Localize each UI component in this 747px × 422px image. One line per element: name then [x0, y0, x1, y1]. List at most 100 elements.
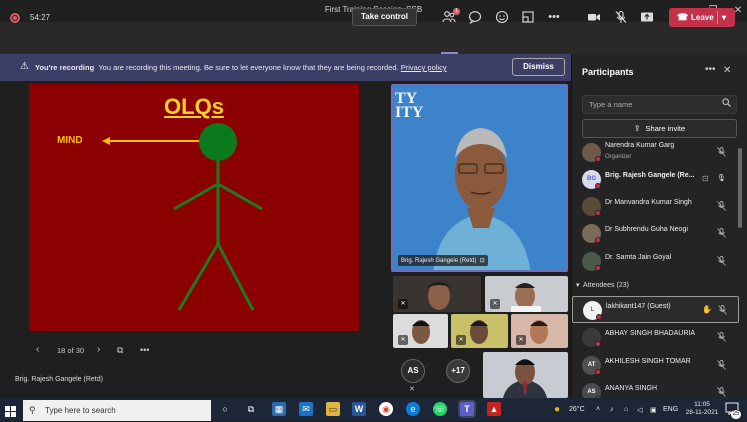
presence-status-icon [595, 237, 601, 243]
presence-status-icon [595, 183, 601, 189]
notifications-icon[interactable]: 25 [725, 402, 741, 419]
chevron-up-icon[interactable]: ˄ [596, 406, 600, 413]
mic-on-icon[interactable]: 🎙 [717, 174, 726, 182]
figure-head [199, 123, 237, 161]
word-icon[interactable]: W [352, 402, 366, 416]
presenter-name: Brig. Rajesh Gangele (Retd) [15, 376, 103, 383]
participant-row[interactable]: AT AKHILESH SINGH TOMAR [572, 352, 739, 379]
participant-avatar-as[interactable]: AS [401, 359, 425, 383]
mic-off-icon[interactable] [717, 147, 726, 159]
attendees-heading[interactable]: ▾ Attendees (23) [576, 281, 629, 289]
video-tile-small[interactable]: ✕ [511, 314, 568, 348]
more-actions-icon[interactable]: ••• [547, 10, 561, 24]
task-view-icon[interactable]: ⧉ [244, 402, 258, 416]
mic-tray-icon[interactable]: ♪ [610, 406, 614, 413]
video-tile-small[interactable]: ✕ [485, 276, 568, 312]
previous-slide-icon[interactable]: ‹ [36, 344, 39, 355]
video-speaker-name: Brig. Rajesh Gangele (Retd) [401, 258, 477, 264]
participant-name: ABHAY SINGH BHADAURIA [605, 330, 695, 337]
store-icon[interactable]: ▦ [272, 402, 286, 416]
leave-label: Leave [691, 13, 714, 22]
participant-name: Dr Subhrendu Guha Neogi [605, 226, 688, 233]
slide-more-icon[interactable]: ••• [140, 345, 149, 355]
presence-status-icon [595, 341, 601, 347]
warning-icon: ⚠ [20, 61, 29, 72]
taskbar-search-input[interactable]: ⚲ Type here to search [23, 400, 211, 421]
mail-icon[interactable]: ✉ [299, 402, 313, 416]
participant-search-input[interactable]: Type a name [582, 95, 737, 114]
breakout-rooms-icon[interactable] [521, 10, 535, 24]
video-tile-small[interactable] [483, 352, 568, 398]
participant-row[interactable]: Narendra Kumar Garg Organizer [572, 139, 739, 166]
share-screen-icon[interactable] [640, 10, 654, 24]
presence-status-icon [595, 369, 601, 375]
stick-figure-drawing [102, 123, 263, 311]
mic-off-icon: ✕ [516, 335, 526, 345]
volume-icon[interactable]: ◁ [637, 406, 642, 414]
attendees-heading-label: Attendees (23) [583, 282, 629, 289]
mic-off-icon[interactable] [717, 256, 726, 268]
share-invite-label: Share invite [645, 124, 686, 133]
mic-off-icon: ✕ [398, 299, 408, 309]
slide-sync-icon[interactable]: ⧉ [117, 345, 123, 356]
mic-off-icon[interactable] [614, 10, 628, 24]
network-icon[interactable]: ⌂ [624, 406, 628, 413]
participant-row[interactable]: Dr Subhrendu Guha Neogi [572, 220, 739, 247]
edge-icon[interactable]: e [406, 402, 420, 416]
search-icon [722, 98, 731, 109]
chevron-down-icon: ▾ [576, 282, 580, 289]
share-icon: ⇪ [633, 124, 641, 133]
mic-off-icon[interactable] [718, 305, 727, 317]
windows-start-icon[interactable] [5, 404, 16, 422]
whatsapp-icon[interactable]: ☏ [433, 402, 447, 416]
video-tile-small[interactable]: ✕ [393, 314, 448, 348]
participant-row[interactable]: Dr Manvandra Kumar Singh [572, 193, 739, 220]
chat-icon[interactable] [468, 10, 482, 25]
slide-page-count: 18 of 30 [57, 346, 85, 355]
weather-temp[interactable]: 26°C [569, 406, 585, 413]
recording-icon [10, 13, 20, 23]
banner-heading: You're recording [35, 63, 95, 72]
mic-off-icon[interactable] [717, 228, 726, 240]
close-icon[interactable]: ✕ [723, 65, 731, 76]
next-slide-icon[interactable]: › [97, 344, 100, 355]
mic-off-icon[interactable] [717, 332, 726, 344]
file-explorer-icon[interactable]: ▭ [326, 402, 340, 416]
cortana-icon[interactable]: ○ [218, 402, 232, 416]
presence-status-icon [596, 314, 602, 320]
participant-row[interactable]: BG Brig. Rajesh Gangele (Re... ⊡ 🎙 [572, 166, 739, 193]
video-tile-main[interactable]: TY ITY Brig. Rajesh Gangele (Retd) ⊡ [391, 84, 568, 272]
panel-more-icon[interactable]: ••• [705, 64, 716, 75]
reactions-icon[interactable] [495, 10, 509, 24]
participant-row[interactable]: Dr. Samta Jain Goyal [572, 248, 739, 275]
video-tile-small[interactable]: ✕ [393, 276, 481, 312]
language-indicator[interactable]: ENG [663, 406, 678, 413]
camera-icon[interactable] [587, 10, 601, 24]
more-participants-count[interactable]: +17 [446, 359, 470, 383]
video-tile-small[interactable]: ✕ [451, 314, 508, 348]
teams-icon[interactable]: T [460, 402, 474, 416]
dismiss-button[interactable]: Dismiss [512, 58, 565, 76]
acrobat-icon[interactable]: ▲ [487, 402, 501, 416]
participant-video [503, 359, 547, 398]
privacy-policy-link[interactable]: Privacy policy [401, 63, 447, 72]
figure-left-leg [177, 243, 220, 311]
mic-off-icon[interactable] [717, 360, 726, 372]
mic-off-icon: ✕ [409, 386, 415, 393]
chevron-down-icon[interactable]: ▾ [722, 8, 726, 27]
arrow-head-left [102, 137, 110, 145]
taskbar-clock[interactable]: 11:05 28-11-2021 [682, 401, 722, 417]
take-control-button[interactable]: Take control [352, 8, 417, 26]
mic-off-icon: ✕ [456, 335, 466, 345]
participant-row[interactable]: Llakhikant147 (Guest) ✋ [572, 296, 739, 323]
mic-off-icon[interactable] [717, 201, 726, 213]
camera-tray-icon[interactable]: ▣ [650, 406, 657, 414]
participant-name: Brig. Rajesh Gangele (Re... [605, 172, 695, 179]
leave-button[interactable]: ☎ Leave ▾ [669, 8, 735, 27]
sharing-screen-icon: ⊡ [702, 174, 709, 183]
participant-name: Narendra Kumar Garg [605, 142, 675, 149]
participant-name: Dr Manvandra Kumar Singh [605, 199, 692, 206]
participant-row[interactable]: ABHAY SINGH BHADAURIA [572, 324, 739, 351]
share-invite-button[interactable]: ⇪ Share invite [582, 119, 737, 138]
chrome-icon[interactable]: ◉ [379, 402, 393, 416]
